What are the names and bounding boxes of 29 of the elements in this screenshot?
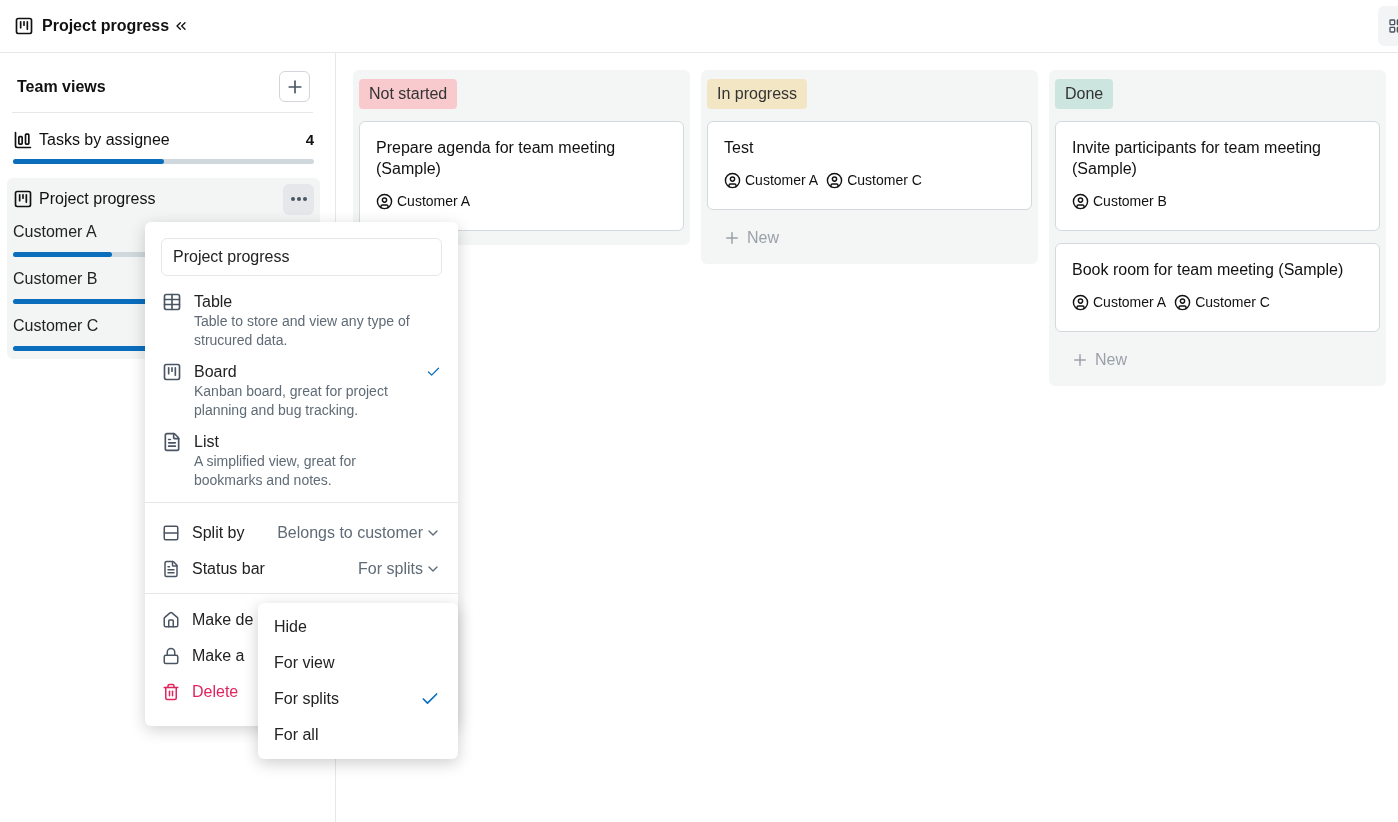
section-title: Team views xyxy=(17,76,106,97)
view-name: Tasks by assignee xyxy=(39,130,171,150)
card-title: Prepare agenda for team meeting (Sample) xyxy=(376,138,617,179)
setting-label: Status bar xyxy=(192,559,265,579)
view-name: Project progress xyxy=(39,189,157,209)
split-name: Customer A xyxy=(13,223,97,240)
card-title: Book room for team meeting (Sample) xyxy=(1072,260,1345,280)
view-count: 4 xyxy=(305,129,314,150)
page-title: Project progress xyxy=(42,16,170,36)
option-title: Table xyxy=(194,292,234,312)
option-description: A simplified view, great for bookmarks and notes. xyxy=(194,452,357,490)
option-description: Table to store and view any type of strucured data. xyxy=(194,312,411,350)
card-title: Test xyxy=(724,138,755,158)
customer-tag: Customer B xyxy=(1072,191,1167,212)
split-name: Customer B xyxy=(13,270,98,287)
setting-label: Split by xyxy=(192,523,245,543)
status-tag: Not started xyxy=(359,79,458,109)
option-description: Kanban board, great for project planning and bug tracking. xyxy=(194,382,389,420)
card-title: Invite participants for team meeting (Sample) xyxy=(1072,138,1322,179)
status-tag: Done xyxy=(1055,79,1114,109)
split-name: Customer C xyxy=(13,317,99,334)
customer-tag: Customer A xyxy=(376,191,471,212)
status-tag: In progress xyxy=(707,79,808,109)
customer-tag: Customer C xyxy=(826,170,922,191)
customer-tag: Customer A xyxy=(1072,292,1167,313)
option-title: List xyxy=(194,432,220,452)
customer-tag: Customer C xyxy=(1174,292,1270,313)
customer-tag: Customer A xyxy=(724,170,819,191)
option-title: Board xyxy=(194,362,238,382)
